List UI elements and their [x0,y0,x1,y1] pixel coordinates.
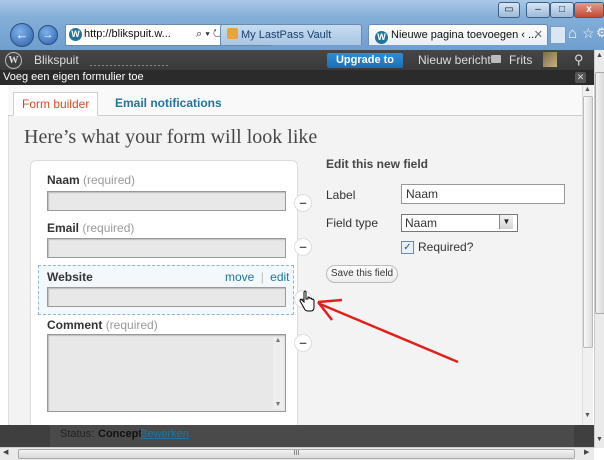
dialog-close-icon[interactable]: ✕ [575,72,586,83]
edit-panel-title: Edit this new field [326,157,429,171]
link-separator: | [260,270,264,284]
new-post-link[interactable]: Nieuw bericht [418,53,491,67]
wordpress-logo-icon[interactable]: W [5,52,22,69]
minimize-window-button[interactable]: – [526,2,550,18]
field-actions: move | edit [225,270,290,284]
remove-field-naam-icon[interactable]: – [294,194,312,212]
required-checkbox[interactable]: ✓ [401,241,414,254]
label-field-label: Label [326,188,356,202]
scroll-left-icon[interactable]: ◀ [3,448,8,456]
wordpress-favicon-icon: W [69,28,82,41]
required-hint: (required) [83,173,136,187]
tab-label: My LastPass Vault [241,29,332,41]
scroll-down-icon[interactable]: ▼ [584,412,591,419]
field-label-website: Website [47,270,93,284]
comments-icon[interactable] [491,55,501,63]
dialog-title: Voeg een eigen formulier toe [3,71,144,83]
dialog-scrollbar-thumb[interactable] [583,96,593,348]
label-input[interactable]: Naam [401,184,565,204]
page-scrollbar-horizontal-thumb[interactable]: III [18,449,575,459]
scroll-down-icon[interactable]: ▼ [596,436,603,443]
email-input[interactable] [47,238,286,258]
field-label-text: Comment [47,318,103,332]
scroll-down-icon[interactable]: ▼ [273,401,283,408]
scroll-up-icon[interactable]: ▲ [584,86,591,93]
naam-input[interactable] [47,191,286,211]
site-name-link[interactable]: Blikspuit [34,53,79,67]
dialog-header: Voeg een eigen formulier toe ✕ [0,70,594,85]
edit-link[interactable]: edit [270,270,289,284]
search-icon[interactable]: ⚲ [574,52,584,68]
edit-status-link[interactable]: Bewerken [140,428,189,440]
tab-form-builder[interactable]: Form builder [13,92,99,116]
remove-field-email-icon[interactable]: – [294,238,312,256]
field-label-text: Email [47,221,80,235]
field-label-comment: Comment (required) [47,318,158,332]
field-label-text: Naam [47,173,80,187]
comment-textarea[interactable]: ▲ ▼ [47,334,286,412]
tab-email-notifications[interactable]: Email notifications [107,92,230,114]
field-label-email: Email (required) [47,221,134,235]
textarea-scrollbar[interactable]: ▲ ▼ [273,337,283,409]
page-title: Here’s what your form will look like [24,126,318,148]
scroll-up-icon[interactable]: ▲ [596,52,603,59]
page-scrollbar-thumb[interactable] [595,72,604,314]
required-hint: (required) [105,318,158,332]
field-type-label: Field type [326,216,379,230]
restore-window-button[interactable]: ▭ [498,2,520,18]
chevron-down-icon[interactable]: ▼ [499,215,513,229]
tab-label: Nieuwe pagina toevoegen ‹ ... [391,29,538,41]
upgrade-to-pro-button[interactable]: Upgrade to Pro [327,53,403,81]
move-link[interactable]: move [225,270,254,284]
tab-close-icon[interactable]: ✕ [534,25,543,45]
required-hint: (required) [82,221,135,235]
gear-icon[interactable]: ⚙ [596,25,604,41]
save-field-button[interactable]: Save this field [326,265,398,283]
avatar[interactable] [543,52,557,67]
back-arrow-icon[interactable]: ← [10,23,34,47]
home-icon[interactable]: ⌂ [568,25,577,42]
close-window-button[interactable]: x [574,2,604,18]
tab-lastpass-vault[interactable]: My LastPass Vault [220,24,362,45]
required-label: Required? [418,240,474,254]
website-input[interactable] [47,287,286,307]
maximize-window-button[interactable]: □ [550,2,574,18]
scroll-right-icon[interactable]: ▶ [584,448,589,456]
status-bar: Status: Concept Bewerken [0,425,594,447]
status-prefix: Status: [60,428,95,440]
lastpass-favicon-icon [227,28,238,39]
scroll-up-icon[interactable]: ▲ [273,337,283,344]
remove-field-comment-icon[interactable]: – [294,334,312,352]
dotted-divider [90,65,170,66]
wordpress-favicon-icon: W [375,31,388,44]
address-text[interactable]: http://blikspuit.w... [84,28,171,40]
user-name[interactable]: Frits [509,53,532,67]
wp-admin-bar: W Blikspuit Nieuw bericht Frits ⚲ [0,50,594,70]
status-value: Concept [98,428,142,440]
field-label-naam: Naam (required) [47,173,135,187]
star-icon[interactable]: ☆ [582,25,595,42]
new-tab-button[interactable] [550,26,566,44]
tab-new-page[interactable]: W Nieuwe pagina toevoegen ‹ ... ✕ [368,24,548,45]
forward-arrow-icon[interactable]: → [38,25,58,45]
annotation-arrow-icon [317,298,459,364]
